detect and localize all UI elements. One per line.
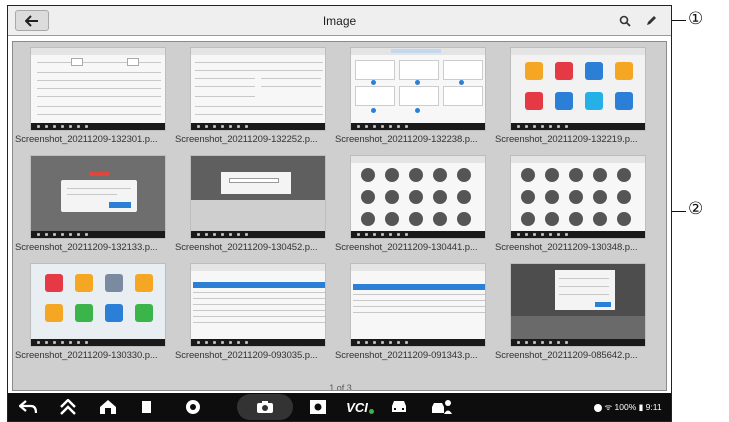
image-thumbnail[interactable]: Screenshot_20211209-130441.p... (335, 155, 493, 253)
brightness-icon (310, 400, 326, 414)
thumbnail-preview (350, 263, 486, 347)
top-toolbar: Image (8, 6, 671, 36)
page-title: Image (322, 14, 357, 28)
image-thumbnail[interactable]: Screenshot_20211209-130348.p... (495, 155, 653, 253)
vci-label: VCI (346, 399, 368, 415)
image-thumbnail[interactable]: Screenshot_20211209-130452.p... (175, 155, 333, 253)
image-caption: Screenshot_20211209-130330.p... (15, 350, 158, 361)
tablet-screen: Image Screenshot_20211209-132301.p... Sc… (7, 5, 672, 422)
thumbnail-preview (350, 155, 486, 239)
vci-status-dot-icon (368, 408, 374, 414)
callout-2: ② (688, 199, 704, 219)
image-caption: Screenshot_20211209-130441.p... (335, 242, 478, 253)
autel-home-button[interactable] (98, 399, 118, 415)
image-thumbnail[interactable]: Screenshot_20211209-091343.p... (335, 263, 493, 361)
camera-icon (257, 401, 273, 413)
system-navigation-bar: VCI ᯤ 100% ▮ 9:11 (8, 393, 671, 421)
thumbnail-preview (510, 47, 646, 131)
thumbnail-preview (190, 47, 326, 131)
home-nav-button[interactable] (58, 399, 78, 415)
search-icon (619, 15, 631, 27)
camera-button[interactable] (237, 394, 293, 420)
display-button[interactable] (308, 399, 328, 415)
image-caption: Screenshot_20211209-132301.p... (15, 134, 158, 145)
thumbnail-preview (30, 263, 166, 347)
image-thumbnail[interactable]: Screenshot_20211209-132219.p... (495, 47, 653, 145)
image-thumbnail[interactable]: Screenshot_20211209-093035.p... (175, 263, 333, 361)
page-indicator: 1 of 3 (329, 383, 352, 391)
thumbnail-preview (190, 263, 326, 347)
callout-1: ① (688, 9, 704, 29)
search-button[interactable] (616, 12, 634, 30)
image-thumbnail[interactable]: Screenshot_20211209-132252.p... (175, 47, 333, 145)
status-area: ᯤ 100% ▮ 9:11 (594, 402, 662, 413)
vehicle-button[interactable] (388, 399, 410, 415)
home-chevron-icon (60, 399, 76, 415)
back-nav-button[interactable] (18, 399, 38, 415)
edit-button[interactable] (642, 12, 660, 30)
callout-1-leader (672, 20, 686, 21)
image-caption: Screenshot_20211209-091343.p... (335, 350, 478, 361)
thumbnail-preview (190, 155, 326, 239)
image-thumbnail[interactable]: Screenshot_20211209-085642.p... (495, 263, 653, 361)
service-button[interactable] (430, 399, 454, 415)
bluetooth-icon (594, 403, 602, 412)
image-thumbnail[interactable]: Screenshot_20211209-132133.p... (15, 155, 173, 253)
thumbnail-preview (30, 47, 166, 131)
thumbnail-preview (30, 155, 166, 239)
image-thumbnail[interactable]: Screenshot_20211209-132301.p... (15, 47, 173, 145)
pencil-icon (647, 16, 656, 25)
image-thumbnail[interactable]: Screenshot_20211209-130330.p... (15, 263, 173, 361)
callout-2-leader (672, 211, 686, 212)
image-thumbnail[interactable]: Screenshot_20211209-132238.p... (335, 47, 493, 145)
vci-button[interactable]: VCI (344, 399, 376, 415)
image-caption: Screenshot_20211209-132133.p... (15, 242, 158, 253)
image-caption: Screenshot_20211209-130348.p... (495, 242, 638, 253)
car-person-icon (432, 400, 452, 414)
image-gallery: Screenshot_20211209-132301.p... Screensh… (12, 41, 667, 391)
image-caption: Screenshot_20211209-132219.p... (495, 134, 638, 145)
wifi-icon: ᯤ (604, 402, 613, 412)
square-icon (142, 401, 154, 413)
chrome-icon (186, 400, 200, 414)
status-text: 100% ▮ 9:11 (614, 402, 662, 412)
car-icon (392, 401, 406, 412)
thumbnail-preview (510, 155, 646, 239)
image-caption: Screenshot_20211209-130452.p... (175, 242, 318, 253)
house-icon (100, 400, 116, 414)
image-caption: Screenshot_20211209-085642.p... (495, 350, 638, 361)
recent-apps-button[interactable] (138, 399, 158, 415)
return-arrow-icon (19, 400, 37, 414)
image-caption: Screenshot_20211209-132238.p... (335, 134, 478, 145)
image-caption: Screenshot_20211209-132252.p... (175, 134, 318, 145)
thumbnail-preview (350, 47, 486, 131)
browser-button[interactable] (183, 399, 203, 415)
image-caption: Screenshot_20211209-093035.p... (175, 350, 318, 361)
thumbnail-preview (510, 263, 646, 347)
